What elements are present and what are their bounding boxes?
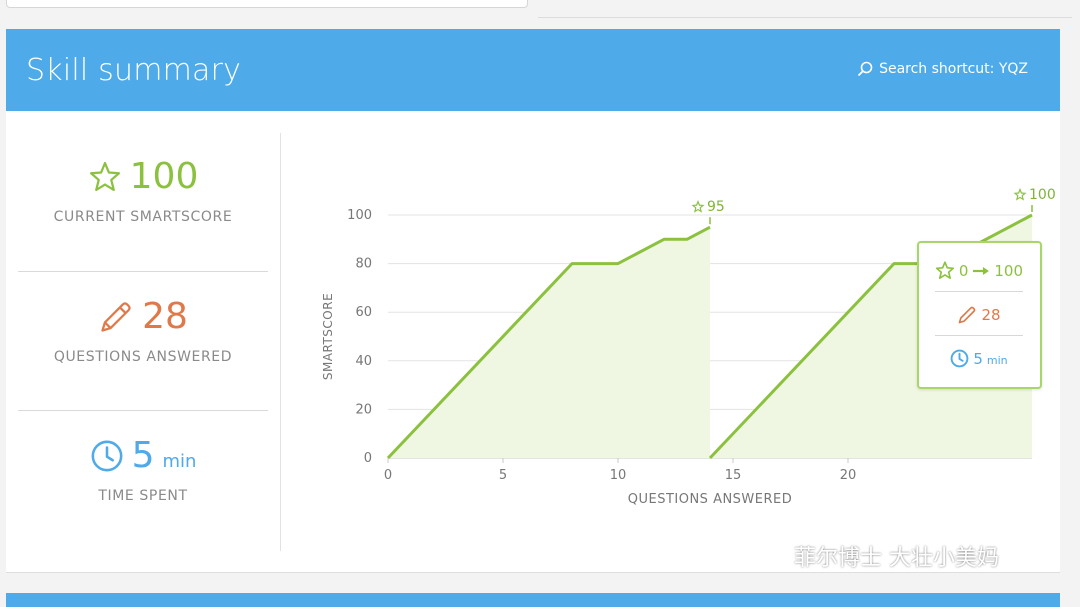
- time-unit: min: [162, 450, 197, 472]
- tooltip-score-from: 0: [958, 261, 969, 280]
- y-tick-label: 60: [355, 305, 372, 320]
- stats-column: 100 CURRENT SMARTSCORE 28 QUESTIONS ANSW…: [6, 133, 281, 551]
- x-tick-label: 0: [384, 468, 392, 483]
- wechat-icon: [750, 542, 786, 569]
- y-tick-label: 0: [364, 451, 372, 466]
- smartscore-label: CURRENT SMARTSCORE: [53, 209, 233, 225]
- watermark-text: 菲尔博士 大壮小美妈: [794, 546, 999, 571]
- questions-label: QUESTIONS ANSWERED: [53, 349, 233, 365]
- y-tick-label: 40: [355, 354, 372, 369]
- y-tick-label: 100: [347, 208, 372, 223]
- pencil-icon: [959, 306, 976, 324]
- tooltip-score-to: 100: [994, 261, 1023, 280]
- y-tick-label: 80: [355, 257, 372, 272]
- pencil-icon: [101, 302, 131, 332]
- watermark: 菲尔博士 大壮小美妈: [748, 540, 999, 572]
- tooltip-divider: [935, 291, 1023, 292]
- questions-stat: 28 QUESTIONS ANSWERED: [18, 296, 268, 366]
- page-title: Skill summary: [26, 53, 242, 88]
- time-label: TIME SPENT: [98, 488, 188, 504]
- star-icon: [935, 261, 955, 280]
- star-icon: [89, 161, 120, 192]
- time-value: 5: [131, 435, 155, 476]
- tooltip-questions: 28: [981, 306, 1001, 324]
- series-area: [388, 227, 710, 458]
- end-marker-star-icon: [691, 200, 705, 213]
- tooltip-time-unit: min: [986, 353, 1008, 367]
- y-axis-label: SMARTSCORE: [321, 293, 335, 380]
- next-section-bar: [6, 593, 1060, 607]
- chart-tooltip: 0 100 28 5 min: [917, 241, 1042, 389]
- stats-divider: [18, 271, 268, 272]
- clock-icon: [950, 349, 969, 368]
- end-marker-star-icon: [1013, 187, 1027, 201]
- tooltip-questions-row: 28: [935, 305, 1023, 325]
- search-shortcut-label: Search shortcut: YQZ: [879, 61, 1028, 77]
- time-stat: 5 min TIME SPENT: [18, 438, 268, 504]
- x-tick-label: 20: [840, 468, 857, 483]
- tooltip-time-row: 5 min: [935, 349, 1023, 368]
- questions-value: 28: [142, 296, 188, 337]
- end-marker-label: 100: [1029, 187, 1056, 203]
- tooltip-divider: [935, 335, 1023, 336]
- x-tick-label: 5: [499, 468, 507, 483]
- search-shortcut[interactable]: Search shortcut: YQZ: [857, 61, 1028, 77]
- smartscore-value: 100: [129, 156, 199, 197]
- x-tick-label: 10: [610, 468, 627, 483]
- smartscore-stat: 100 CURRENT SMARTSCORE: [18, 156, 268, 226]
- y-tick-label: 20: [355, 402, 372, 417]
- skill-summary-card: 100 CURRENT SMARTSCORE 28 QUESTIONS ANSW…: [6, 111, 1060, 573]
- x-axis-label: QUESTIONS ANSWERED: [628, 492, 793, 507]
- top-search-field[interactable]: [6, 0, 528, 8]
- clock-icon: [91, 440, 123, 472]
- tooltip-score-row: 0 100: [935, 261, 1023, 280]
- skill-summary-header: Skill summary Search shortcut: YQZ: [6, 29, 1060, 111]
- stats-divider: [18, 410, 268, 411]
- top-divider: [538, 17, 1072, 18]
- end-marker-label: 95: [707, 199, 725, 215]
- arrow-right-icon: [973, 266, 990, 275]
- x-tick-label: 15: [725, 468, 742, 483]
- tooltip-time: 5: [973, 349, 983, 368]
- search-icon: [857, 61, 873, 77]
